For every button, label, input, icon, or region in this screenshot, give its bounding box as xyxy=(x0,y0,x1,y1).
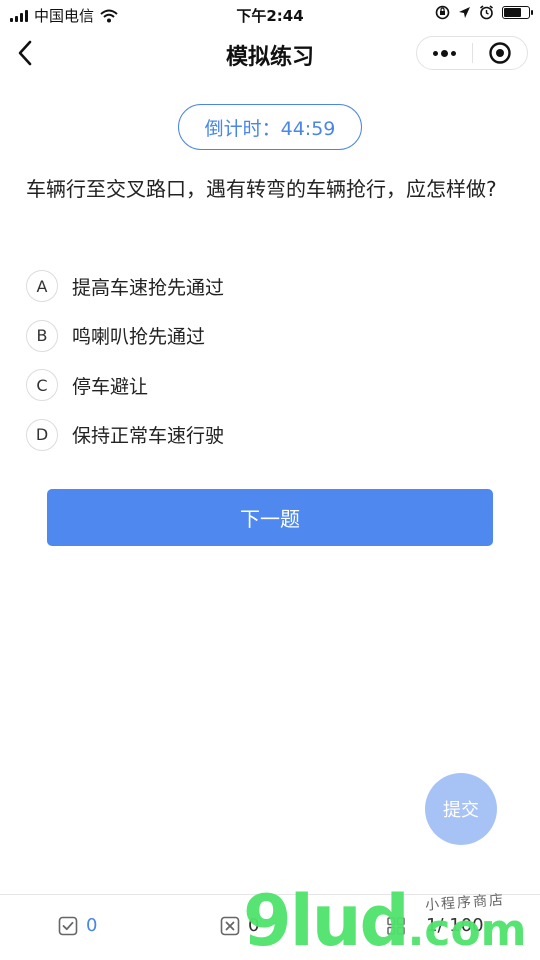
option-text: 鸣喇叭抢先通过 xyxy=(72,326,206,348)
alarm-icon xyxy=(480,5,493,20)
option-letter: A xyxy=(26,270,58,302)
battery-level xyxy=(504,8,521,17)
submit-button[interactable]: 提交 xyxy=(425,773,497,845)
option-letter: B xyxy=(26,319,58,352)
correct-count-value: 0 xyxy=(86,915,98,936)
status-bar: 中国电信 下午2:44 xyxy=(0,0,540,28)
orientation-lock-icon xyxy=(435,5,450,20)
battery-icon xyxy=(502,6,533,19)
checkbox-x-icon xyxy=(220,916,240,935)
more-button[interactable] xyxy=(417,37,472,69)
watermark-main: 9lud xyxy=(243,880,410,960)
countdown-timer: 倒计时：44:59 xyxy=(178,104,362,150)
target-icon xyxy=(489,42,511,64)
option-text: 停车避让 xyxy=(72,375,149,398)
option-text: 提高车速抢先通过 xyxy=(72,276,225,299)
location-icon xyxy=(459,7,470,18)
nav-bar: 模拟练习 xyxy=(0,28,540,78)
answer-options: A 提高车速抢先通过 B 鸣喇叭抢先通过 C 停车避让 D 保持正常车速行驶 xyxy=(26,268,516,466)
checkbox-checked-icon xyxy=(58,916,78,935)
more-dots-icon xyxy=(432,49,456,57)
question-text: 车辆行至交叉路口，遇有转弯的车辆抢行，应怎样做? xyxy=(26,177,497,201)
option-letter: C xyxy=(26,369,58,401)
option-d[interactable]: D 保持正常车速行驶 xyxy=(26,417,516,453)
status-right xyxy=(435,5,533,20)
option-a[interactable]: A 提高车速抢先通过 xyxy=(26,268,516,304)
correct-count[interactable]: 0 xyxy=(58,915,97,936)
option-text: 保持正常车速行驶 xyxy=(72,425,225,447)
option-letter: D xyxy=(26,418,58,451)
next-question-button[interactable]: 下一题 xyxy=(47,489,493,546)
option-b[interactable]: B 鸣喇叭抢先通过 xyxy=(26,318,516,354)
mini-program-capsule xyxy=(416,36,528,70)
close-mini-program-button[interactable] xyxy=(473,37,528,69)
option-c[interactable]: C 停车避让 xyxy=(26,367,516,403)
